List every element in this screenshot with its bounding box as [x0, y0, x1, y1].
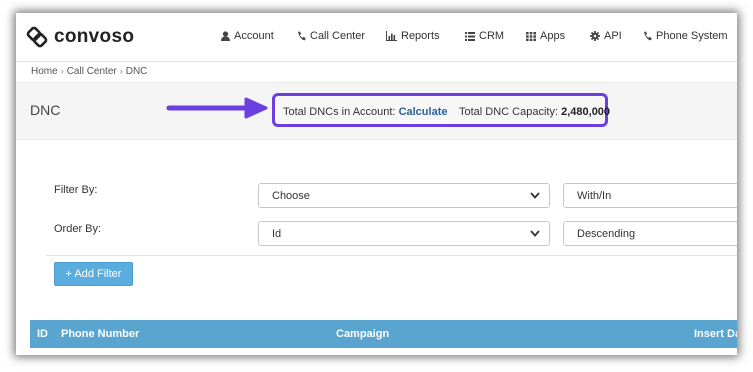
chevron-right-icon: › [119, 66, 123, 76]
bar-chart-icon [386, 31, 397, 41]
calculate-link[interactable]: Calculate [399, 106, 448, 118]
column-header-insert-date[interactable]: Insert Da [694, 328, 737, 340]
nav-api-label: API [604, 30, 622, 42]
brand-logo[interactable]: convoso [26, 26, 134, 48]
divider [46, 255, 737, 256]
add-filter-button[interactable]: + Add Filter [54, 262, 133, 286]
nav-phone-system[interactable]: Phone System [643, 30, 728, 42]
filter-by-select[interactable]: Choose [258, 183, 550, 208]
nav-reports-label: Reports [401, 30, 440, 42]
dnc-capacity-value: 2,480,000 [561, 106, 611, 118]
nav-api[interactable]: API [590, 30, 622, 42]
page-header: DNC Total DNCs in Account: Calculate Tot… [16, 83, 737, 140]
order-by-label: Order By: [54, 223, 102, 235]
chevron-down-icon [530, 230, 540, 237]
phone-icon [644, 31, 652, 41]
nav-call-center-label: Call Center [310, 30, 366, 42]
nav-phone-system-label: Phone System [656, 30, 728, 42]
order-by-select[interactable]: Id [258, 221, 550, 246]
dnc-stats-highlight: Total DNCs in Account: Calculate Total D… [272, 93, 610, 127]
breadcrumb-call-center[interactable]: Call Center [67, 66, 117, 77]
chevron-down-icon [530, 192, 540, 199]
filter-operator-select[interactable]: With/In [563, 183, 737, 208]
dnc-capacity-stat: Total DNC Capacity: 2,480,000 [459, 106, 610, 118]
brand-name: convoso [54, 26, 135, 47]
filter-operator-value: With/In [577, 190, 612, 202]
nav-call-center[interactable]: Call Center [297, 30, 365, 42]
nav-account-label: Account [234, 30, 274, 42]
dnc-capacity-label: Total DNC Capacity: [459, 106, 559, 118]
list-icon [465, 31, 475, 41]
column-header-campaign[interactable]: Campaign [336, 328, 389, 340]
filter-by-value: Choose [272, 190, 310, 202]
top-navbar: convoso Account Call Center Reports CRM … [16, 13, 737, 62]
gear-icon [590, 31, 600, 41]
convoso-logo-icon [26, 26, 48, 48]
breadcrumb-home[interactable]: Home [31, 66, 58, 77]
breadcrumb: Home › Call Center › DNC [31, 66, 147, 77]
nav-account[interactable]: Account [221, 30, 274, 42]
total-dncs-stat: Total DNCs in Account: Calculate [283, 106, 447, 118]
table-header: ID Phone Number Campaign Insert Da [30, 320, 737, 348]
nav-crm[interactable]: CRM [465, 30, 504, 42]
filter-by-label: Filter By: [54, 184, 98, 196]
nav-apps[interactable]: Apps [526, 30, 565, 42]
breadcrumb-bar: Home › Call Center › DNC [16, 62, 737, 83]
nav-apps-label: Apps [540, 30, 566, 42]
column-header-phone-number[interactable]: Phone Number [61, 328, 139, 340]
order-by-value: Id [272, 228, 282, 240]
app-window: convoso Account Call Center Reports CRM … [16, 13, 737, 355]
nav-reports[interactable]: Reports [386, 30, 440, 42]
order-direction-value: Descending [577, 228, 636, 240]
annotation-arrow-icon [166, 97, 268, 119]
total-dncs-label: Total DNCs in Account: [283, 106, 396, 118]
page-title: DNC [30, 102, 61, 118]
chevron-right-icon: › [60, 66, 64, 76]
user-icon [221, 31, 230, 41]
grid-icon [526, 31, 536, 41]
nav-crm-label: CRM [479, 30, 505, 42]
order-direction-select[interactable]: Descending [563, 221, 737, 246]
phone-icon [298, 31, 306, 41]
breadcrumb-dnc: DNC [125, 66, 148, 77]
column-header-id[interactable]: ID [37, 328, 48, 340]
